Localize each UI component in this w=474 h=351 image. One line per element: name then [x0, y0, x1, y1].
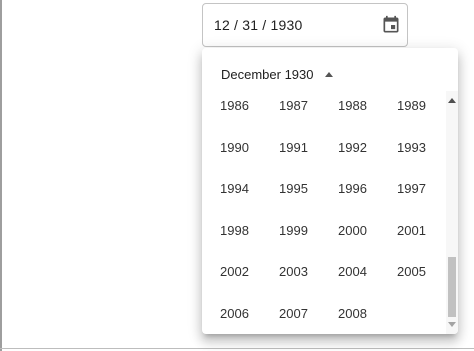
year-option[interactable]: 1993	[382, 127, 441, 169]
month-year-header[interactable]: December 1930	[221, 65, 333, 83]
caret-up-icon[interactable]	[324, 71, 333, 77]
year-option[interactable]: 1991	[264, 127, 323, 169]
year-option[interactable]: 2007	[264, 293, 323, 335]
year-option[interactable]: 1995	[264, 168, 323, 210]
year-option[interactable]: 1988	[323, 85, 382, 127]
year-option[interactable]: 1996	[323, 168, 382, 210]
year-option[interactable]: 1998	[205, 210, 264, 252]
year-option[interactable]: 1987	[264, 85, 323, 127]
scrollbar[interactable]	[446, 91, 458, 334]
scroll-down-arrow-icon[interactable]	[448, 322, 456, 327]
year-option[interactable]: 2003	[264, 251, 323, 293]
year-option[interactable]: 2001	[382, 210, 441, 252]
date-picker-popup: December 1930 1986 1987 1988 1989 1990 1991 19…	[202, 48, 458, 334]
year-option[interactable]: 1989	[382, 85, 441, 127]
year-grid: 1986 1987 1988 1989 1990 1991 1992 1993 1994 1995…	[202, 85, 445, 334]
month-year-label[interactable]: December 1930	[221, 67, 314, 82]
year-option[interactable]: 2006	[205, 293, 264, 335]
calendar-icon[interactable]	[381, 15, 401, 35]
year-option[interactable]: 1999	[264, 210, 323, 252]
year-option[interactable]: 2004	[323, 251, 382, 293]
left-border	[0, 0, 2, 351]
year-option[interactable]: 2005	[382, 251, 441, 293]
year-option[interactable]: 2008	[323, 293, 382, 335]
year-option[interactable]: 1997	[382, 168, 441, 210]
bottom-border	[0, 348, 474, 349]
year-option[interactable]: 2002	[205, 251, 264, 293]
year-option[interactable]: 2000	[323, 210, 382, 252]
scroll-thumb[interactable]	[448, 257, 456, 317]
year-option[interactable]: 1986	[205, 85, 264, 127]
year-option[interactable]: 1992	[323, 127, 382, 169]
year-option[interactable]: 1990	[205, 127, 264, 169]
year-option[interactable]: 1994	[205, 168, 264, 210]
scroll-up-arrow-icon[interactable]	[448, 98, 456, 103]
page: 12 / 31 / 1930 December 1930 1986 1987 198…	[0, 0, 474, 351]
date-input-value[interactable]: 12 / 31 / 1930	[214, 17, 302, 33]
date-input[interactable]: 12 / 31 / 1930	[202, 3, 408, 47]
